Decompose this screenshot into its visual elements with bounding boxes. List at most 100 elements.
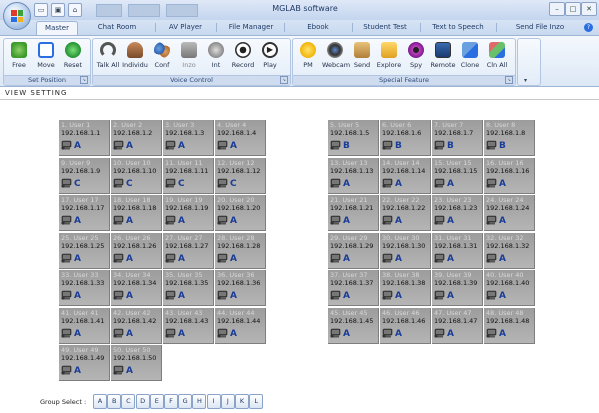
user-card[interactable]: 46. User 46 192.168.1.46 A (380, 308, 431, 344)
user-card[interactable]: 39. User 39 192.168.1.39 A (432, 270, 483, 306)
user-card[interactable]: 40. User 40 192.168.1.40 A (484, 270, 535, 306)
send-button[interactable]: Send (349, 42, 375, 69)
record-button[interactable]: Record (230, 42, 256, 69)
user-card[interactable]: 5. User 5 192.168.1.5 B (328, 120, 379, 156)
tab-file-manager[interactable]: File Manager (220, 21, 282, 34)
user-card[interactable]: 33. User 33 192.168.1.33 A (59, 270, 110, 306)
user-card[interactable]: 9. User 9 192.168.1.9 C (59, 158, 110, 194)
user-card[interactable]: 34. User 34 192.168.1.34 A (111, 270, 162, 306)
move-button[interactable]: Move (33, 42, 59, 69)
user-card[interactable]: 1. User 1 192.168.1.1 A (59, 120, 110, 156)
user-card[interactable]: 18. User 18 192.168.1.18 A (111, 195, 162, 231)
user-card[interactable]: 47. User 47 192.168.1.47 A (432, 308, 483, 344)
user-card[interactable]: 24. User 24 192.168.1.24 A (484, 195, 535, 231)
user-card[interactable]: 44. User 44 192.168.1.44 A (215, 308, 266, 344)
user-card[interactable]: 48. User 48 192.168.1.48 A (484, 308, 535, 344)
group-select-button[interactable]: E (149, 394, 164, 409)
group-select-button[interactable]: J (220, 394, 235, 409)
user-card[interactable]: 43. User 43 192.168.1.43 A (163, 308, 214, 344)
dialog-launcher-icon[interactable]: ↘ (280, 76, 288, 84)
group-select-button[interactable]: L (249, 394, 264, 409)
dialog-launcher-icon[interactable]: ↘ (80, 76, 88, 84)
individual-button[interactable]: Individu (122, 42, 148, 69)
user-card[interactable]: 21. User 21 192.168.1.21 A (328, 195, 379, 231)
home-icon[interactable]: ⌂ (68, 3, 82, 17)
group-select-button[interactable]: C (121, 394, 136, 409)
user-card[interactable]: 2. User 2 192.168.1.2 A (111, 120, 162, 156)
user-card[interactable]: 13. User 13 192.168.1.13 A (328, 158, 379, 194)
user-card[interactable]: 32. User 32 192.168.1.32 A (484, 233, 535, 269)
user-card[interactable]: 20. User 20 192.168.1.20 A (215, 195, 266, 231)
user-card[interactable]: 29. User 29 192.168.1.29 A (328, 233, 379, 269)
user-card[interactable]: 42. User 42 192.168.1.42 A (111, 308, 162, 344)
user-card[interactable]: 35. User 35 192.168.1.35 A (163, 270, 214, 306)
user-card[interactable]: 41. User 41 192.168.1.41 A (59, 308, 110, 344)
group-select-button[interactable]: K (235, 394, 249, 409)
group-select-button[interactable]: H (192, 394, 207, 409)
group-select-button[interactable]: D (135, 394, 150, 409)
user-card[interactable]: 50. User 50 192.168.1.50 A (111, 345, 162, 381)
user-card[interactable]: 3. User 3 192.168.1.3 A (163, 120, 214, 156)
user-card[interactable]: 30. User 30 192.168.1.30 A (380, 233, 431, 269)
user-card[interactable]: 22. User 22 192.168.1.22 A (380, 195, 431, 231)
clone-button[interactable]: Clone (457, 42, 483, 69)
conf-button[interactable]: Conf (149, 42, 175, 69)
save-icon[interactable]: ▣ (51, 3, 65, 17)
tab-master[interactable]: Master (36, 21, 78, 35)
user-card[interactable]: 45. User 45 192.168.1.45 A (328, 308, 379, 344)
explore-button[interactable]: Explore (376, 42, 402, 69)
group-select-button[interactable]: G (178, 394, 193, 409)
clone-all-button[interactable]: Cln All (484, 42, 510, 69)
play-button[interactable]: ▶ Play (257, 42, 283, 69)
user-card[interactable]: 17. User 17 192.168.1.17 A (59, 195, 110, 231)
user-card[interactable]: 11. User 11 192.168.1.11 C (163, 158, 214, 194)
user-card[interactable]: 49. User 49 192.168.1.49 A (59, 345, 110, 381)
user-card[interactable]: 37. User 37 192.168.1.37 A (328, 270, 379, 306)
user-card[interactable]: 4. User 4 192.168.1.4 A (215, 120, 266, 156)
tab-text-to-speech[interactable]: Text to Speech (424, 21, 492, 34)
group-select-button[interactable]: A (93, 394, 107, 409)
user-card[interactable]: 31. User 31 192.168.1.31 A (432, 233, 483, 269)
spy-button[interactable]: Spy (403, 42, 429, 69)
app-menu-button[interactable] (3, 2, 31, 30)
folder-icon[interactable]: ▭ (34, 3, 48, 17)
free-button[interactable]: Free (6, 42, 32, 69)
user-card[interactable]: 27. User 27 192.168.1.27 A (163, 233, 214, 269)
user-card[interactable]: 25. User 25 192.168.1.25 A (59, 233, 110, 269)
minimize-button[interactable]: – (549, 2, 565, 16)
tab-chat-room[interactable]: Chat Room (82, 21, 152, 34)
user-card[interactable]: 26. User 26 192.168.1.26 A (111, 233, 162, 269)
tab-send-file-inzo[interactable]: Send File Inzo (500, 21, 580, 34)
user-card[interactable]: 12. User 12 192.168.1.12 C (215, 158, 266, 194)
user-card[interactable]: 23. User 23 192.168.1.23 A (432, 195, 483, 231)
help-icon[interactable]: ? (584, 23, 593, 32)
inzo-button[interactable]: Inzo (176, 42, 202, 69)
user-card[interactable]: 28. User 28 192.168.1.28 A (215, 233, 266, 269)
qat-menu-item[interactable] (166, 4, 198, 17)
talk-all-button[interactable]: Talk All (95, 42, 121, 69)
user-card[interactable]: 38. User 38 192.168.1.38 A (380, 270, 431, 306)
maximize-button[interactable]: □ (565, 2, 581, 16)
user-card[interactable]: 16. User 16 192.168.1.16 A (484, 158, 535, 194)
user-card[interactable]: 14. User 14 192.168.1.14 A (380, 158, 431, 194)
remote-button[interactable]: Remote (430, 42, 456, 69)
user-card[interactable]: 6. User 6 192.168.1.6 B (380, 120, 431, 156)
user-card[interactable]: 7. User 7 192.168.1.7 B (432, 120, 483, 156)
tab-av-player[interactable]: AV Player (158, 21, 213, 34)
group-select-button[interactable]: I (206, 394, 221, 409)
group-select-button[interactable]: F (164, 394, 178, 409)
int-button[interactable]: Int (203, 42, 229, 69)
webcam-button[interactable]: Webcam (322, 42, 350, 69)
qat-dropdown[interactable] (96, 4, 122, 17)
user-card[interactable]: 19. User 19 192.168.1.19 A (163, 195, 214, 231)
qat-menu-item[interactable] (128, 4, 160, 17)
close-button[interactable]: ✕ (581, 2, 597, 16)
user-card[interactable]: 36. User 36 192.168.1.36 A (215, 270, 266, 306)
tab-ebook[interactable]: Ebook (288, 21, 348, 34)
pm-button[interactable]: PM (295, 42, 321, 69)
reset-button[interactable]: Reset (60, 42, 86, 69)
user-card[interactable]: 8. User 8 192.168.1.8 B (484, 120, 535, 156)
ribbon-overflow-group[interactable]: ▾ (517, 38, 541, 86)
group-select-button[interactable]: B (107, 394, 122, 409)
user-card[interactable]: 15. User 15 192.168.1.15 A (432, 158, 483, 194)
